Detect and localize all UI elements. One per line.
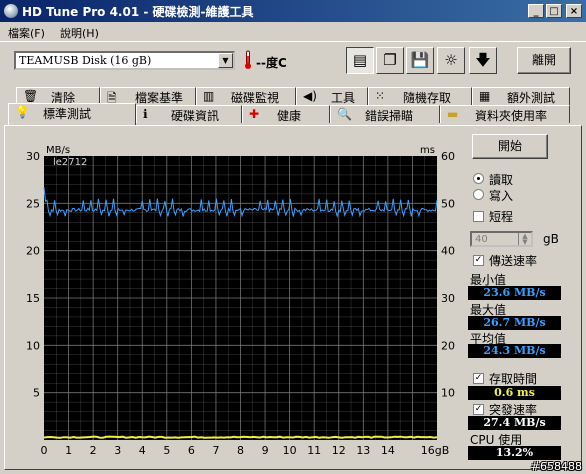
x-axis: 0 1 2 3 4 5 6 7 8 9 10 11 12 13 14 16gB bbox=[41, 444, 450, 457]
y-left-tick-label: 20 bbox=[26, 245, 40, 258]
short-stroke-label: 短程 bbox=[489, 210, 514, 224]
x-tick-label: 12 bbox=[332, 444, 346, 457]
access-time-value: 0.6 ms bbox=[468, 386, 561, 400]
spinner-arrows-icon[interactable]: ▲ ▼ bbox=[518, 233, 531, 246]
transfer-rate-checkbox[interactable]: ✓ bbox=[473, 255, 484, 266]
x-tick-label: 10 bbox=[283, 444, 297, 457]
x-tick-label: 9 bbox=[262, 444, 269, 457]
min-value: 23.6 MB/s bbox=[468, 286, 561, 300]
transfer-rate-label: 傳送速率 bbox=[489, 254, 538, 268]
y-right-tick-label: 10 bbox=[441, 387, 455, 400]
y-axis-right: 60 50 40 30 20 10 bbox=[441, 150, 455, 400]
access-time-label: 存取時間 bbox=[489, 372, 538, 386]
access-time-series bbox=[43, 435, 438, 439]
x-tick-label: 16gB bbox=[421, 444, 450, 457]
y-right-tick-label: 60 bbox=[441, 150, 455, 163]
start-button[interactable]: 開始 bbox=[472, 134, 548, 159]
y-left-tick-label: 5 bbox=[33, 387, 40, 400]
chart-annotation: le2712 bbox=[53, 157, 87, 168]
x-tick-label: 8 bbox=[237, 444, 244, 457]
access-time-checkbox[interactable]: ✓ bbox=[473, 373, 484, 384]
cpu-value: 13.2% bbox=[468, 446, 561, 460]
x-tick-label: 7 bbox=[212, 444, 219, 457]
y-right-tick-label: 40 bbox=[441, 245, 455, 258]
write-label: 寫入 bbox=[489, 189, 514, 203]
x-tick-label: 13 bbox=[356, 444, 370, 457]
read-label: 讀取 bbox=[489, 173, 514, 187]
y-left-tick-label: 30 bbox=[26, 150, 40, 163]
x-tick-label: 2 bbox=[90, 444, 97, 457]
x-tick-label: 1 bbox=[65, 444, 72, 457]
y-axis-left-label: MB/s bbox=[46, 145, 70, 156]
x-tick-label: 5 bbox=[163, 444, 170, 457]
short-stroke-spinner[interactable]: 40 ▲ ▼ bbox=[470, 231, 533, 247]
y-left-tick-label: 15 bbox=[26, 292, 40, 305]
y-right-tick-label: 30 bbox=[441, 292, 455, 305]
short-stroke-unit: gB bbox=[543, 232, 559, 246]
lightbulb-icon: 💡 bbox=[15, 105, 30, 119]
short-stroke-checkbox[interactable] bbox=[473, 211, 484, 222]
y-left-tick-label: 25 bbox=[26, 197, 40, 210]
burst-rate-value: 27.4 MB/s bbox=[468, 416, 561, 430]
y-right-tick-label: 20 bbox=[441, 339, 455, 352]
tab-benchmark[interactable]: 💡 標準測試 bbox=[8, 103, 136, 125]
y-axis-right-label: ms bbox=[420, 145, 435, 156]
x-tick-label: 0 bbox=[41, 444, 48, 457]
x-tick-label: 11 bbox=[307, 444, 321, 457]
burst-rate-checkbox[interactable]: ✓ bbox=[473, 404, 484, 415]
short-stroke-value: 40 bbox=[475, 234, 488, 245]
x-tick-label: 6 bbox=[188, 444, 195, 457]
y-right-tick-label: 50 bbox=[441, 197, 455, 210]
x-tick-label: 3 bbox=[114, 444, 121, 457]
write-radio[interactable] bbox=[473, 189, 484, 200]
x-tick-label: 4 bbox=[139, 444, 146, 457]
y-axis-left: 30 25 20 15 10 5 bbox=[26, 150, 40, 400]
max-value: 26.7 MB/s bbox=[468, 316, 561, 330]
watermark: #658488 bbox=[530, 460, 582, 473]
read-radio[interactable] bbox=[473, 173, 484, 184]
avg-value: 24.3 MB/s bbox=[468, 344, 561, 358]
y-left-tick-label: 10 bbox=[26, 339, 40, 352]
x-tick-label: 14 bbox=[381, 444, 395, 457]
